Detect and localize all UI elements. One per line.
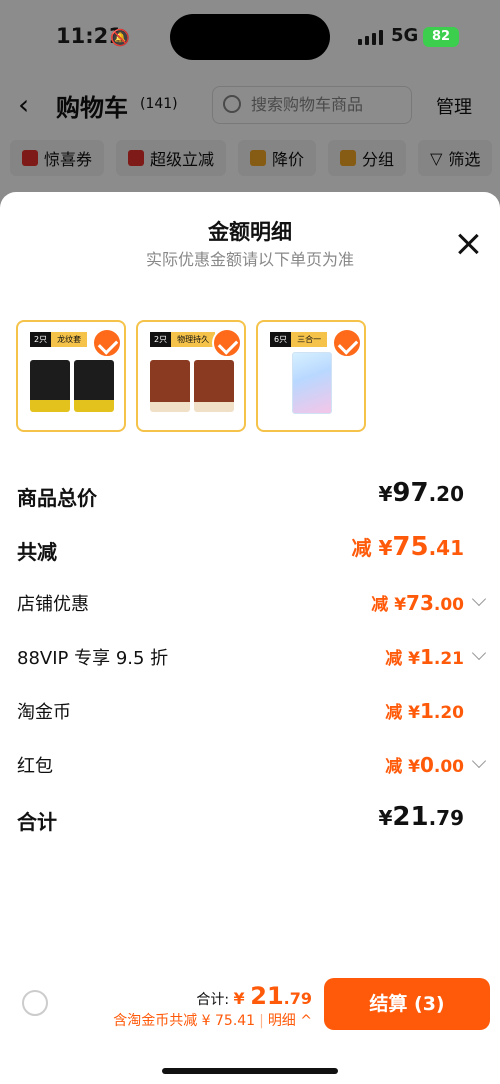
amount-detail-sheet: 金额明细 实际优惠金额请以下单页为准 2只 龙纹套 2只 物理持久 6只 三合一 商品… — [0, 192, 500, 1084]
amount-int: 75 — [392, 532, 429, 562]
amount-int: 73 — [406, 591, 434, 615]
prefix: 减 — [351, 536, 372, 560]
amount-dec: .00 — [433, 595, 464, 615]
status-bar: 11:21 🔕 5G 82 — [0, 0, 500, 70]
row-value: ¥21.79 — [378, 802, 464, 832]
product-name: 龙纹套 — [51, 332, 88, 347]
chevron-up-icon: ^ — [295, 1013, 312, 1029]
prefix: 减 — [385, 703, 403, 723]
battery-icon: 82 — [423, 27, 459, 47]
product-name: 三合一 — [291, 332, 328, 347]
network-label: 5G — [391, 25, 419, 46]
product-qty: 2只 — [150, 332, 172, 347]
product-tag: 6只 三合一 — [270, 332, 328, 347]
row-store-discount[interactable]: 店铺优惠 减 ¥73.00 — [0, 580, 500, 634]
amount-int: 0 — [419, 753, 434, 777]
currency: ¥ — [378, 482, 393, 506]
currency: ¥ — [378, 536, 393, 560]
chevron-down-icon[interactable] — [471, 645, 487, 661]
row-label: 合计 — [17, 810, 57, 834]
row-88vip[interactable]: 88VIP 专享 9.5 折 减 ¥1.21 — [0, 634, 500, 688]
detail-toggle[interactable]: 明细 ^ — [268, 1013, 312, 1029]
currency: ¥ — [408, 757, 420, 777]
dynamic-island — [170, 14, 330, 60]
product-tag: 2只 物理持久 — [150, 332, 216, 347]
close-icon[interactable] — [456, 232, 480, 256]
product-qty: 6只 — [270, 332, 292, 347]
sheet-title: 金额明细 — [208, 220, 292, 244]
amount-dec: .20 — [428, 482, 464, 506]
product-card[interactable]: 2只 物理持久 — [136, 320, 246, 432]
prefix: 减 — [385, 757, 403, 777]
saved-text: 含淘金币共减 ¥ 75.41 — [113, 1013, 256, 1029]
prefix: 减 — [371, 595, 389, 615]
product-image — [30, 360, 70, 412]
row-value: 减 ¥75.41 — [351, 532, 464, 562]
currency: ¥ — [233, 989, 245, 1008]
total-amount: ¥ 21.79 — [233, 982, 312, 1010]
row-label: 店铺优惠 — [17, 594, 89, 615]
amount-dec: .79 — [283, 989, 312, 1008]
product-card[interactable]: 6只 三合一 — [256, 320, 366, 432]
row-label: 88VIP 专享 9.5 折 — [17, 648, 169, 669]
currency: ¥ — [408, 649, 420, 669]
bell-muted-icon: 🔕 — [110, 28, 130, 47]
checkout-bar: 合计: ¥ 21.79 含淘金币共减 ¥ 75.41 | 明细 ^ 结算 (3) — [0, 972, 500, 1084]
check-icon[interactable] — [332, 328, 362, 358]
row-label: 红包 — [17, 756, 53, 777]
product-qty: 2只 — [30, 332, 52, 347]
product-tag: 2只 龙纹套 — [30, 332, 88, 347]
row-value: 减 ¥1.20 — [385, 698, 464, 723]
footer-total: 合计: ¥ 21.79 — [196, 982, 312, 1010]
amount-dec: .21 — [433, 649, 464, 669]
amount-dec: .79 — [428, 806, 464, 830]
row-total-discount: 共减 减 ¥75.41 — [0, 526, 500, 580]
check-icon[interactable] — [212, 328, 242, 358]
row-value: 减 ¥0.00 — [385, 752, 464, 777]
row-value: ¥97.20 — [378, 478, 464, 508]
chevron-down-icon[interactable] — [471, 591, 487, 607]
sheet-subtitle: 实际优惠金额请以下单页为准 — [145, 250, 354, 269]
amount-int: 21 — [250, 982, 284, 1010]
prefix: 减 — [385, 649, 403, 669]
amount-int: 1 — [419, 645, 434, 669]
checkout-button[interactable]: 结算 (3) — [324, 978, 490, 1030]
amount-dec: .41 — [428, 536, 464, 560]
row-value: 减 ¥73.00 — [371, 590, 464, 615]
total-label: 合计: — [196, 992, 230, 1008]
home-indicator — [162, 1068, 338, 1074]
signal-icon — [358, 30, 383, 45]
separator: | — [259, 1013, 264, 1029]
product-card[interactable]: 2只 龙纹套 — [16, 320, 126, 432]
product-image — [292, 352, 332, 414]
product-name: 物理持久 — [171, 332, 216, 347]
product-image — [74, 360, 114, 412]
row-label: 商品总价 — [17, 486, 97, 510]
amount-int: 97 — [392, 478, 429, 508]
row-value: 减 ¥1.21 — [385, 644, 464, 669]
chevron-down-icon[interactable] — [471, 753, 487, 769]
amount-int: 21 — [392, 802, 429, 832]
product-list: 2只 龙纹套 2只 物理持久 6只 三合一 — [16, 320, 366, 432]
product-image — [194, 360, 234, 412]
row-label: 共减 — [17, 540, 57, 564]
amount-dec: .20 — [433, 703, 464, 723]
row-grand-total: 合计 ¥21.79 — [0, 796, 500, 850]
currency: ¥ — [394, 595, 407, 615]
row-label: 淘金币 — [17, 702, 71, 723]
currency: ¥ — [378, 806, 393, 830]
currency: ¥ — [408, 703, 420, 723]
amount-rows: 商品总价 ¥97.20 共减 减 ¥75.41 店铺优惠 减 ¥73.00 88… — [0, 472, 500, 850]
row-goods-total: 商品总价 ¥97.20 — [0, 472, 500, 526]
amount-dec: .00 — [433, 757, 464, 777]
select-all-radio[interactable] — [22, 990, 48, 1016]
product-image — [150, 360, 190, 412]
row-taojinbi: 淘金币 减 ¥1.20 — [0, 688, 500, 742]
check-icon[interactable] — [92, 328, 122, 358]
saved-summary: 含淘金币共减 ¥ 75.41 | 明细 ^ — [113, 1010, 312, 1030]
row-red-packet[interactable]: 红包 减 ¥0.00 — [0, 742, 500, 796]
amount-int: 1 — [419, 699, 434, 723]
